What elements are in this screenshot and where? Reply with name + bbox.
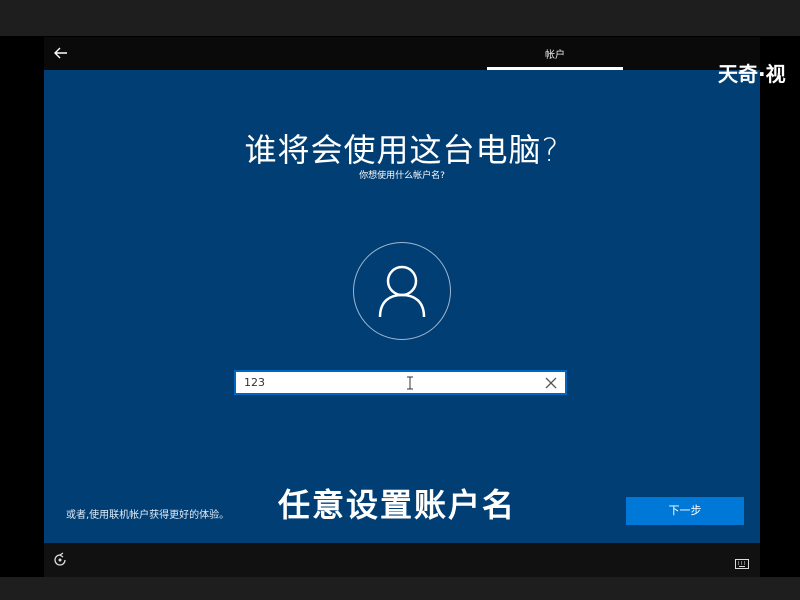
avatar: [353, 242, 451, 340]
video-caption: 任意设置账户名: [278, 486, 517, 524]
footer-bar: [44, 543, 760, 577]
step-label-account: 帐户: [545, 50, 565, 61]
oobe-screen: 帐户 谁将会使用这台电脑? 你想使用什么帐户名? 123 或者,使用联机帐户获得…: [44, 37, 760, 577]
ease-of-access-icon: [54, 552, 66, 566]
person-icon: [378, 265, 426, 318]
watermark-logo: 天奇·视: [718, 62, 786, 86]
username-value[interactable]: 123: [244, 376, 265, 389]
ease-of-access-button[interactable]: [52, 552, 68, 568]
step-underline: [487, 67, 623, 70]
page-subtitle: 你想使用什么帐户名?: [359, 171, 445, 181]
next-button[interactable]: 下一步: [626, 497, 744, 525]
keyboard-button[interactable]: [735, 554, 749, 569]
clear-button[interactable]: [541, 373, 561, 393]
online-account-link[interactable]: 或者,使用联机帐户获得更好的体验。: [66, 506, 229, 521]
page-title: 谁将会使用这台电脑?: [244, 131, 560, 169]
bottom-letterbox: [0, 577, 800, 600]
keyboard-icon: [735, 559, 749, 569]
arrow-left-icon: [54, 47, 67, 59]
header-bar: 帐户: [44, 37, 760, 70]
text-cursor-icon: [407, 376, 413, 390]
right-letterbox: [760, 36, 800, 577]
top-letterbox: [0, 0, 800, 36]
back-button[interactable]: [50, 42, 72, 64]
username-input[interactable]: 123: [234, 370, 567, 395]
close-icon: [545, 377, 557, 389]
left-letterbox: [0, 36, 44, 577]
